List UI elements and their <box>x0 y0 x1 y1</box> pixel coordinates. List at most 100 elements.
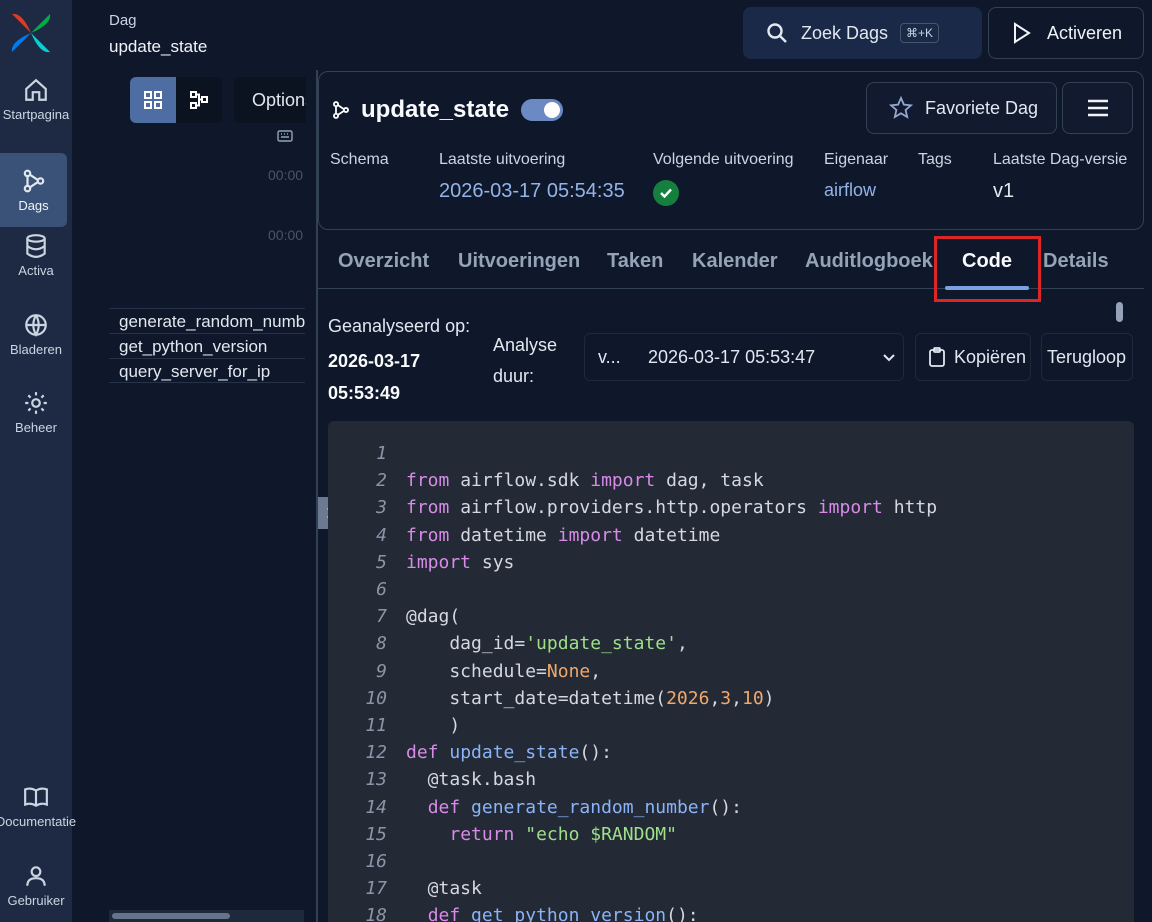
tab-details[interactable]: Details <box>1043 250 1109 273</box>
star-icon <box>889 96 913 119</box>
line-number: 4 <box>376 524 387 546</box>
code-token: ) <box>406 715 461 736</box>
tab-tasks[interactable]: Taken <box>607 250 663 273</box>
tab-overview[interactable]: Overzicht <box>338 250 429 273</box>
favorite-dag-button[interactable]: Favoriete Dag <box>866 82 1057 134</box>
book-icon <box>24 786 48 807</box>
code-text: ) <box>406 712 460 739</box>
parsed-at-label: Geanalyseerd op: <box>328 316 471 336</box>
search-dags-button[interactable]: Zoek Dags ⌘+K <box>743 7 982 59</box>
nav-item-browse[interactable]: Bladeren <box>0 297 72 371</box>
nav-item-home[interactable]: Startpagina <box>0 62 72 136</box>
code-token: 2026 <box>666 687 710 709</box>
grid-view-button[interactable] <box>130 77 176 123</box>
code-viewer[interactable]: 1 2 from airflow.sdk import dag, task 3 from… <box>328 421 1134 922</box>
code-line: 6 <box>328 576 1134 603</box>
graph-view-button[interactable] <box>176 77 222 123</box>
wrap-button[interactable]: Terugloop <box>1041 333 1133 381</box>
nav-item-dags[interactable]: Dags <box>0 153 67 227</box>
scrollbar-thumb[interactable] <box>112 913 230 919</box>
dag-pause-toggle[interactable] <box>521 99 564 121</box>
nav-label-assets: Activa <box>18 262 54 278</box>
dag-version-select[interactable]: v... 2026-03-17 05:53:47 <box>584 333 904 381</box>
line-number: 1 <box>376 443 387 464</box>
nav-item-user[interactable]: Gebruiker <box>0 848 72 922</box>
task-item-generate-random-number[interactable]: generate_random_number <box>109 308 305 333</box>
owner-value[interactable]: airflow <box>824 180 876 201</box>
code-token: airflow.providers.http.operators <box>449 497 818 519</box>
nav-item-assets[interactable]: Activa <box>0 218 72 292</box>
tab-runs[interactable]: Uitvoeringen <box>458 250 580 273</box>
code-line: 5 import sys <box>328 549 1134 576</box>
search-shortcut: ⌘+K <box>900 23 940 43</box>
play-icon <box>1014 22 1031 44</box>
tab-audit-log[interactable]: Auditlogboek <box>805 250 933 273</box>
next-run-label: Volgende uitvoering <box>653 151 794 168</box>
code-token: import <box>406 551 472 573</box>
code-line: 4 from datetime import datetime <box>328 522 1134 549</box>
code-token: from <box>406 470 450 492</box>
dag-menu-button[interactable] <box>1062 82 1133 134</box>
line-number: 3 <box>376 497 387 519</box>
task-item-get-python-version[interactable]: get_python_version <box>109 333 305 358</box>
line-number: 13 <box>365 769 387 791</box>
parsed-time: 05:53:49 <box>328 383 401 403</box>
code-text: def update_state(): <box>406 739 612 766</box>
dag-header-card: update_state Favoriete Dag Schema Laatst… <box>318 71 1144 230</box>
favorite-label: Favoriete Dag <box>925 97 1039 118</box>
breadcrumb-dag-name[interactable]: update_state <box>109 37 207 57</box>
code-text: schedule=None, <box>406 658 601 685</box>
gear-icon <box>25 391 47 414</box>
sidebar-nav: Startpagina Dags Activa Bladeren Beheer … <box>0 0 76 922</box>
code-line: 13 @task.bash <box>328 766 1134 793</box>
nav-item-docs[interactable]: Documentatie <box>0 769 76 843</box>
line-number: 11 <box>365 715 387 736</box>
task-item-query-server-for-ip[interactable]: query_server_for_ip <box>109 358 305 383</box>
code-line: 3 from airflow.providers.http.operators i… <box>328 494 1134 521</box>
graph-icon <box>190 91 208 109</box>
line-number: 5 <box>376 551 387 573</box>
nav-item-admin[interactable]: Beheer <box>0 375 72 449</box>
code-token: update_state <box>449 742 580 764</box>
code-token: import <box>590 470 656 492</box>
nav-label-user: Gebruiker <box>7 892 65 908</box>
code-token: from <box>406 497 450 519</box>
keyboard-icon[interactable] <box>277 129 293 143</box>
code-token: import <box>557 524 623 546</box>
code-text: @task <box>406 875 482 902</box>
database-icon <box>26 233 46 258</box>
code-token: (): <box>666 905 699 922</box>
code-token: def <box>427 905 461 922</box>
search-icon <box>767 23 787 43</box>
tags-label: Tags <box>918 151 952 168</box>
analysis-label-line1: Analyse <box>493 335 558 355</box>
line-number: 16 <box>365 851 387 872</box>
code-token: , <box>731 687 742 709</box>
last-run-value[interactable]: 2026-03-17 05:54:35 <box>439 180 625 203</box>
activate-label: Activeren <box>1047 22 1123 43</box>
dag-version-label: Laatste Dag-versie <box>993 151 1128 168</box>
activate-button[interactable]: Activeren <box>988 7 1144 59</box>
options-button[interactable]: Options <box>234 77 306 123</box>
code-token: http <box>882 497 938 519</box>
code-token: generate_random_number <box>471 796 710 818</box>
copy-button[interactable]: Kopiëren <box>915 333 1031 381</box>
code-line: 16 <box>328 848 1134 875</box>
version-short: v... <box>598 346 621 367</box>
vertical-scrollbar-thumb[interactable] <box>1116 302 1123 322</box>
dag-title: update_state <box>331 96 564 124</box>
tab-calendar[interactable]: Kalender <box>692 250 778 273</box>
airflow-logo-icon[interactable] <box>8 10 54 56</box>
code-token: get_python_version <box>471 905 667 922</box>
search-label: Zoek Dags <box>801 22 889 43</box>
code-text: return "echo $RANDOM" <box>406 821 677 848</box>
code-text: def generate_random_number(): <box>406 794 742 821</box>
horizontal-scrollbar[interactable] <box>109 910 304 922</box>
code-token: (): <box>709 796 742 818</box>
code-token: , <box>676 633 688 655</box>
code-line: 11 ) <box>328 712 1134 739</box>
code-token: return <box>449 823 515 845</box>
code-line: 17 @task <box>328 875 1134 902</box>
